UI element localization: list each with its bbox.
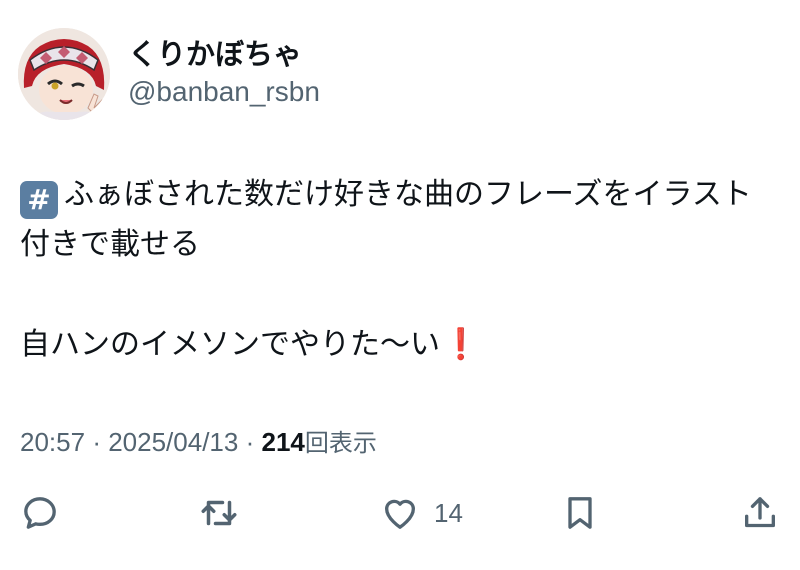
share-button[interactable] [740,488,780,538]
views-label: 回表示 [304,430,377,457]
action-bar: 14 [0,488,800,538]
post-time[interactable]: 20:57 [20,427,85,457]
heart-icon [385,499,415,529]
like-button[interactable]: 14 [380,488,463,538]
post-meta: 20:57 · 2025/04/13 · 214回表示 [20,425,377,461]
share-icon [745,497,775,528]
bookmark-icon [568,497,592,529]
post-line-1-text: ふぁぼされた数だけ好きな曲のフレーズをイラスト付きで載せる [20,177,752,262]
reply-icon [24,497,56,529]
post-text: # ふぁぼされた数だけ好きな曲のフレーズをイラスト付きで載せる 自ハンのイメソンで… [20,170,780,370]
exclamation-icon: ❗ [442,327,480,362]
post-line-2: 自ハンのイメソンでやりた〜い❗ [20,320,780,370]
post-date[interactable]: 2025/04/13 [108,427,238,457]
repost-button[interactable] [198,488,240,538]
display-name[interactable]: くりかぼちゃ [128,36,302,72]
bookmark-button[interactable] [560,488,600,538]
post-line-1: # ふぁぼされた数だけ好きな曲のフレーズをイラスト付きで載せる [20,170,780,270]
reply-button[interactable] [20,488,60,538]
like-count: 14 [434,497,463,528]
avatar-illustration [18,28,110,120]
repost-icon [201,500,237,526]
meta-separator-2: · [245,427,255,457]
meta-separator: · [92,427,101,457]
post-line-2-text: 自ハンのイメソンでやりた〜い [20,327,440,362]
avatar[interactable] [18,28,110,120]
user-handle[interactable]: @banban_rsbn [128,75,320,109]
hashtag-emoji-icon: # [20,181,58,219]
views-count[interactable]: 214 [262,427,305,457]
